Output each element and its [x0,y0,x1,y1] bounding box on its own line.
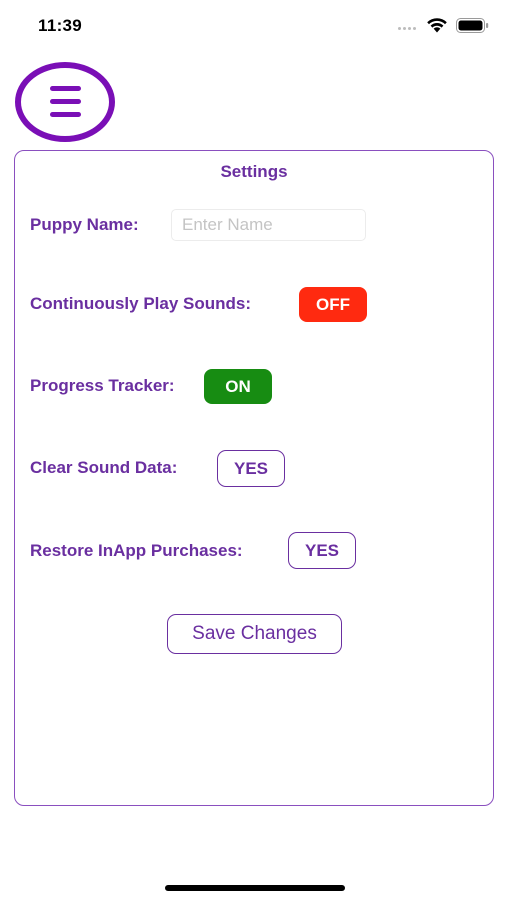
settings-title: Settings [220,162,288,181]
progress-tracker-toggle[interactable]: ON [204,369,272,404]
restore-purchases-label: Restore InApp Purchases: [30,541,243,560]
battery-icon [456,18,489,33]
menu-button[interactable] [15,62,115,142]
wifi-icon [427,18,447,33]
cellular-signal-icon [398,27,416,30]
restore-purchases-button[interactable]: YES [288,532,356,569]
status-time: 11:39 [38,16,83,35]
puppy-name-label: Puppy Name: [30,215,139,234]
settings-panel: Settings Puppy Name: Continuously Play S… [14,150,494,806]
status-bar: 11:39 [0,0,507,48]
clear-sound-data-label: Clear Sound Data: [30,458,178,477]
play-sounds-label: Continuously Play Sounds: [30,294,252,313]
progress-tracker-label: Progress Tracker: [30,376,175,395]
puppy-name-input[interactable] [171,209,366,241]
save-changes-button[interactable]: Save Changes [167,614,342,654]
home-indicator[interactable] [165,885,345,891]
clear-sound-data-button[interactable]: YES [217,450,285,487]
play-sounds-toggle[interactable]: OFF [299,287,367,322]
hamburger-menu-icon [50,86,81,91]
